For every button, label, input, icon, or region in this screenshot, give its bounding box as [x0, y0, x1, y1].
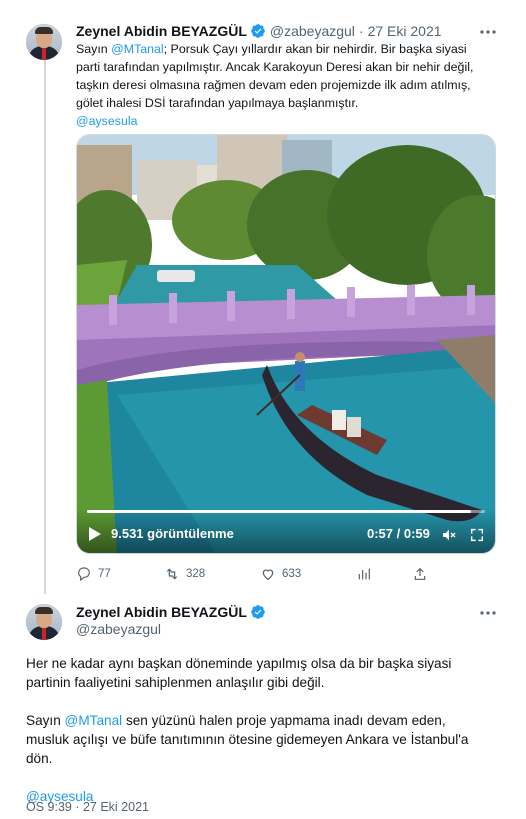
verified-badge-icon [251, 24, 265, 38]
like-count: 633 [282, 568, 302, 580]
text-line: dön. [26, 751, 53, 766]
author-name[interactable]: Zeynel Abidin BEYAZGÜL [76, 603, 247, 621]
reply-icon [78, 567, 90, 582]
view-count: 9.531 görüntülenme [111, 526, 234, 541]
avatar[interactable] [26, 24, 62, 60]
text-line: musluk açılışı ve büfe tanıtımının ötesi… [26, 732, 469, 747]
more-icon[interactable] [478, 22, 498, 42]
video-frame [77, 135, 495, 553]
text-line: Her ne kadar aynı başkan döneminde yapıl… [26, 656, 452, 671]
tweet-header: Zeynel Abidin BEYAZGÜL @zabeyazgul · 27 … [76, 22, 442, 40]
text-fragment: sen yüzünü halen proje yapmama inadı dev… [122, 713, 446, 728]
tweet-actions: 77 328 633 [76, 566, 456, 584]
video-progress-bar[interactable] [87, 510, 485, 513]
more-icon[interactable] [478, 603, 498, 623]
text-line: partinin faaliyetini sahiplenmen anlaşıl… [26, 675, 325, 690]
text-line: gölet ihalesi DSİ tarafından yapılmaya b… [76, 96, 359, 110]
video-progress-fill [87, 510, 472, 513]
share-icon [414, 567, 426, 580]
tweet-date[interactable]: 27 Eki 2021 [368, 22, 442, 40]
author-handle[interactable]: @zabeyazgul [76, 620, 161, 638]
tag-link[interactable]: @aysesula [76, 112, 496, 130]
text-line: Sayın @MTanal sen yüzünü halen proje yap… [26, 711, 506, 730]
retweet-count: 328 [186, 568, 206, 580]
like-button[interactable]: 633 [260, 566, 301, 582]
text-line: Sayın @MTanal; Porsuk Çayı yıllardır aka… [76, 40, 496, 58]
mention-link[interactable]: @MTanal [111, 42, 164, 56]
text-fragment: ; Porsuk Çayı yıllardır akan bir nehirdi… [163, 42, 467, 56]
analytics-icon [358, 568, 370, 580]
verified-badge-icon [251, 605, 265, 619]
text-line: parti tarafından yapılmıştır. Ancak Kara… [76, 60, 474, 74]
retweet-button[interactable]: 328 [164, 566, 205, 582]
fullscreen-icon[interactable] [469, 527, 485, 543]
reply-count: 77 [98, 568, 111, 580]
heart-icon [262, 569, 274, 581]
avatar[interactable] [26, 604, 62, 640]
video-time: 0:57 / 0:59 [367, 526, 430, 541]
author-handle[interactable]: @zabeyazgul [270, 22, 355, 40]
author-handle-row: @zabeyazgul [76, 620, 161, 638]
tweet-text: Sayın @MTanal; Porsuk Çayı yıllardır aka… [76, 40, 496, 130]
reply-button[interactable]: 77 [76, 566, 111, 582]
volume-icon[interactable] [441, 527, 457, 543]
tweet-timestamp[interactable]: ÖS 9:39 · 27 Eki 2021 [26, 800, 149, 814]
text-fragment: Sayın [76, 42, 112, 56]
text-fragment: Sayın [26, 713, 65, 728]
video-player[interactable]: 9.531 görüntülenme 0:57 / 0:59 [76, 134, 496, 554]
mention-link[interactable]: @MTanal [65, 713, 123, 728]
text-line: taşkın deresi olmasına rağmen devam eden… [76, 78, 471, 92]
tweet-header: Zeynel Abidin BEYAZGÜL [76, 603, 266, 621]
retweet-icon [166, 568, 178, 580]
share-button[interactable] [412, 566, 434, 582]
separator: · [358, 23, 364, 39]
tweet-text: Her ne kadar aynı başkan döneminde yapıl… [26, 654, 506, 806]
thread-line [44, 60, 46, 594]
play-icon[interactable] [89, 527, 101, 541]
author-name[interactable]: Zeynel Abidin BEYAZGÜL [76, 22, 247, 40]
analytics-button[interactable] [356, 566, 378, 582]
